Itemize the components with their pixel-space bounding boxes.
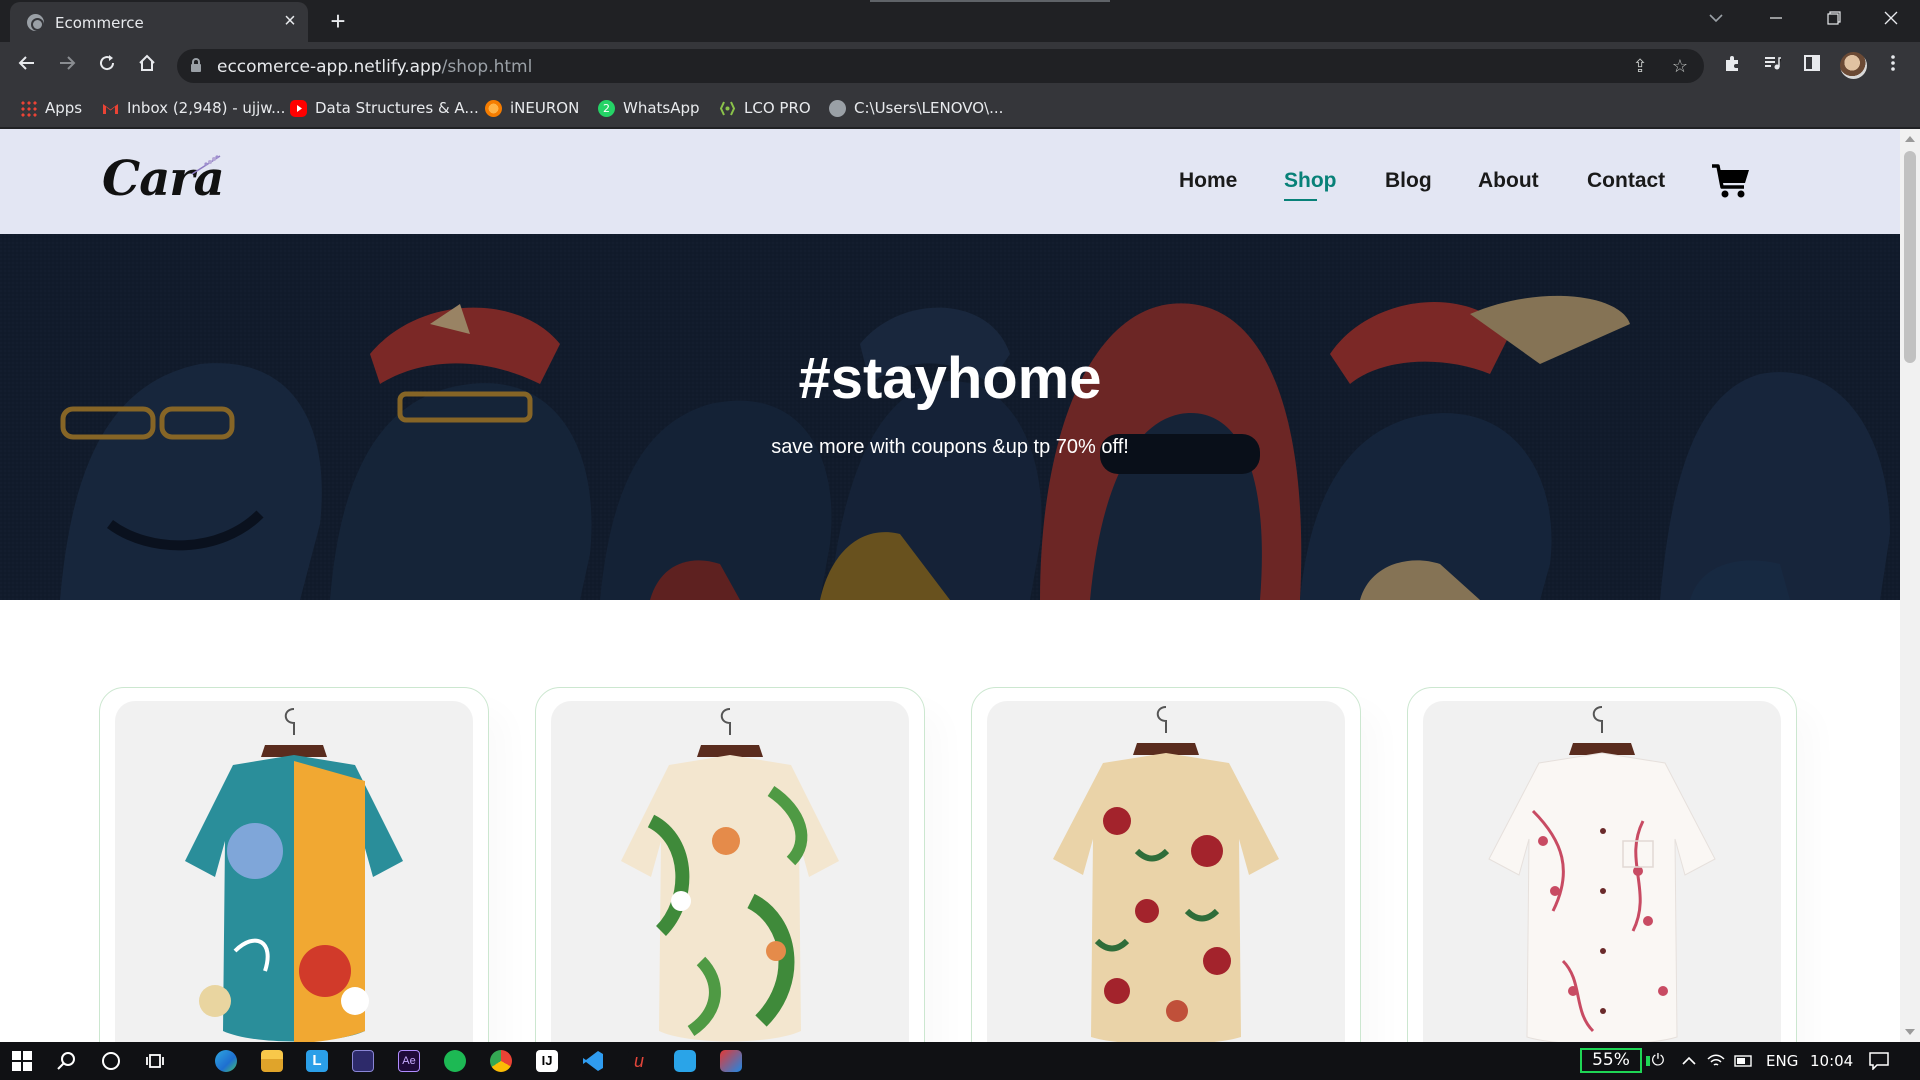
- active-nav-underline: [1284, 199, 1317, 201]
- product-image[interactable]: [551, 701, 909, 1042]
- bookmark-data-structures[interactable]: Data Structures & A...: [290, 96, 479, 120]
- extensions-icon[interactable]: [1717, 50, 1747, 80]
- language-indicator[interactable]: ENG: [1766, 1052, 1798, 1070]
- hero-subtitle: save more with coupons &up tp 70% off!: [771, 436, 1129, 458]
- clock[interactable]: 10:04: [1810, 1052, 1853, 1070]
- chevron-up-icon[interactable]: [1676, 1048, 1702, 1074]
- product-image[interactable]: [1423, 701, 1781, 1042]
- ineuron-icon: [485, 99, 502, 117]
- product-card[interactable]: [971, 687, 1361, 1042]
- whatsapp-icon: 2: [598, 99, 615, 117]
- bookmark-lco-pro[interactable]: LCO PRO: [719, 96, 811, 120]
- product-card[interactable]: [535, 687, 925, 1042]
- cortana-icon[interactable]: [98, 1048, 124, 1074]
- browser-tab[interactable]: Ecommerce ×: [10, 2, 308, 42]
- url-text: eccomerce-app.netlify.app/shop.html: [217, 57, 533, 77]
- notifications-icon[interactable]: [1866, 1048, 1892, 1074]
- battery-icon[interactable]: [1731, 1048, 1757, 1074]
- lock-icon[interactable]: [191, 58, 201, 72]
- page-scrollbar[interactable]: [1900, 129, 1920, 1042]
- product-card[interactable]: [99, 687, 489, 1042]
- browser-toolbar: eccomerce-app.netlify.app/shop.html ⇪ ☆: [0, 42, 1920, 88]
- paint-icon[interactable]: [720, 1050, 742, 1072]
- bookmarks-bar: Apps Inbox (2,948) - ujjw... Data Struct…: [0, 88, 1920, 128]
- nav-home[interactable]: Home: [1179, 169, 1237, 193]
- window-drag-indicator: [870, 0, 1110, 2]
- vscode-icon[interactable]: [582, 1050, 604, 1072]
- task-view-icon[interactable]: [143, 1048, 169, 1074]
- nav-shop[interactable]: Shop: [1284, 169, 1337, 193]
- restore-button[interactable]: [1806, 0, 1862, 40]
- close-tab-icon[interactable]: ×: [280, 11, 300, 31]
- battery-indicator[interactable]: 55%: [1580, 1048, 1642, 1073]
- l-app-icon[interactable]: L: [306, 1050, 328, 1072]
- bookmark-star-icon[interactable]: ☆: [1667, 53, 1693, 79]
- close-window-button[interactable]: [1863, 0, 1919, 40]
- share-icon[interactable]: ⇪: [1627, 53, 1653, 79]
- hero-banner: #stayhome save more with coupons &up tp …: [0, 234, 1900, 600]
- back-icon[interactable]: [12, 50, 42, 80]
- scroll-up-arrow[interactable]: [1905, 136, 1915, 142]
- nav-contact[interactable]: Contact: [1587, 169, 1665, 193]
- side-panel-icon[interactable]: [1797, 50, 1827, 80]
- bookmark-whatsapp[interactable]: 2 WhatsApp: [598, 96, 700, 120]
- media-control-icon[interactable]: [1757, 50, 1787, 80]
- site-header: Cara Home Shop Blog About Contact: [0, 129, 1900, 234]
- power-plug-icon[interactable]: ⏻: [1645, 1048, 1671, 1074]
- bookmark-ineuron[interactable]: iNEURON: [485, 96, 579, 120]
- lavender-icon: [191, 155, 221, 175]
- tab-title: Ecommerce: [55, 14, 144, 32]
- lco-icon: [719, 100, 736, 117]
- apps-grid-icon: [20, 99, 37, 117]
- product-card[interactable]: [1407, 687, 1797, 1042]
- spotify-icon[interactable]: [444, 1050, 466, 1072]
- new-tab-button[interactable]: +: [324, 8, 352, 36]
- reload-icon[interactable]: [92, 50, 122, 80]
- scroll-down-arrow[interactable]: [1905, 1029, 1915, 1035]
- search-icon[interactable]: [54, 1048, 80, 1074]
- nav-about[interactable]: About: [1478, 169, 1539, 193]
- tab-search-icon[interactable]: [1709, 10, 1723, 28]
- browser-tabstrip: Ecommerce × +: [0, 0, 1920, 42]
- product-image[interactable]: [987, 701, 1345, 1042]
- wifi-icon[interactable]: [1703, 1048, 1729, 1074]
- snip-icon[interactable]: [674, 1050, 696, 1072]
- page-viewport: Cara Home Shop Blog About Contact #stayh…: [0, 129, 1900, 1042]
- premiere-icon[interactable]: [352, 1050, 374, 1072]
- hero-title: #stayhome: [798, 346, 1102, 411]
- profile-avatar[interactable]: [1840, 52, 1867, 79]
- minimize-button[interactable]: [1748, 0, 1804, 40]
- windows-taskbar: L Ae IJ u 55% ⏻ ENG 10:04: [0, 1042, 1920, 1080]
- home-icon[interactable]: [132, 50, 162, 80]
- unacademy-icon[interactable]: u: [628, 1050, 650, 1072]
- bookmark-inbox[interactable]: Inbox (2,948) - ujjw...: [102, 96, 285, 120]
- intellij-icon[interactable]: IJ: [536, 1050, 558, 1072]
- forward-icon[interactable]: [52, 50, 82, 80]
- product-image[interactable]: [115, 701, 473, 1042]
- bookmark-apps[interactable]: Apps: [20, 96, 82, 120]
- windows-start-icon[interactable]: [9, 1048, 35, 1074]
- after-effects-icon[interactable]: Ae: [398, 1050, 420, 1072]
- youtube-icon: [290, 99, 307, 117]
- globe-icon: [829, 99, 846, 117]
- globe-icon: [27, 14, 44, 31]
- nav-blog[interactable]: Blog: [1385, 169, 1432, 193]
- menu-kebab-icon[interactable]: [1878, 50, 1908, 80]
- file-explorer-icon[interactable]: [261, 1050, 283, 1072]
- chrome-icon[interactable]: [490, 1050, 512, 1072]
- shopping-cart-icon[interactable]: [1711, 163, 1751, 199]
- bookmark-local-file[interactable]: C:\Users\LENOVO\...: [829, 96, 1003, 120]
- hero-overlay: [0, 234, 1900, 600]
- address-bar[interactable]: eccomerce-app.netlify.app/shop.html ⇪ ☆: [177, 49, 1704, 83]
- gmail-icon: [102, 100, 119, 117]
- scrollbar-thumb[interactable]: [1904, 151, 1916, 363]
- edge-icon[interactable]: [215, 1050, 237, 1072]
